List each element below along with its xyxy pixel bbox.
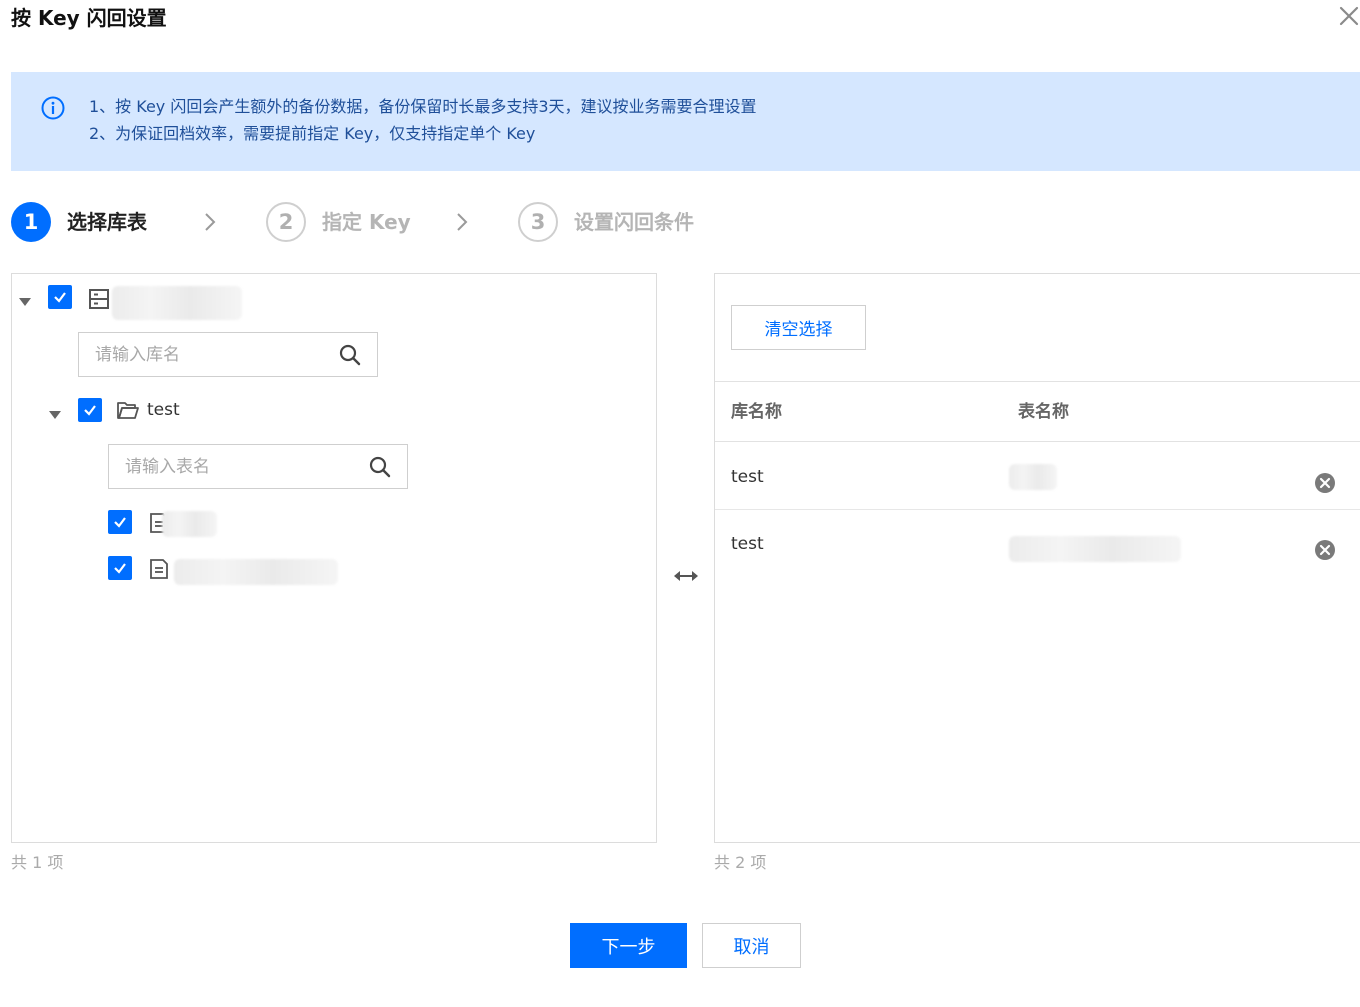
next-step-button[interactable]: 下一步: [570, 923, 687, 968]
close-icon[interactable]: [1338, 5, 1360, 27]
right-count: 共 2 项: [714, 853, 767, 872]
step-3-label: 设置闪回条件: [574, 210, 694, 234]
folder-open-icon: [116, 398, 140, 422]
search-icon[interactable]: [369, 456, 391, 478]
column-header-table: 表名称: [1018, 402, 1069, 422]
dialog-title: 按 Key 闪回设置: [11, 6, 167, 30]
db-search-box[interactable]: [78, 332, 378, 377]
chevron-right-icon: [202, 210, 218, 234]
table-search-input[interactable]: [109, 445, 349, 488]
notice-line-2: 2、为保证回档效率，需要提前指定 Key，仅支持指定单个 Key: [89, 124, 536, 143]
table-name-redacted: [174, 559, 338, 585]
cancel-button[interactable]: 取消: [702, 923, 801, 968]
instance-name-redacted: [112, 286, 242, 320]
table-name-redacted: [162, 511, 217, 537]
column-header-db: 库名称: [731, 402, 782, 422]
caret-down-icon[interactable]: [48, 405, 62, 419]
row-db-name: test: [731, 534, 764, 554]
caret-down-icon[interactable]: [18, 292, 32, 306]
notice-line-1: 1、按 Key 闪回会产生额外的备份数据，备份保留时长最多支持3天，建议按业务需…: [89, 97, 757, 116]
row-divider: [715, 509, 1360, 510]
database-checkbox[interactable]: [78, 398, 102, 422]
row-db-name: test: [731, 467, 764, 487]
table-file-icon: [147, 557, 171, 581]
swap-arrows-icon: [673, 566, 699, 586]
step-1-label: 选择库表: [67, 210, 147, 234]
step-2-circle: 2: [266, 202, 306, 242]
left-count: 共 1 项: [11, 853, 64, 872]
instance-checkbox[interactable]: [48, 285, 72, 309]
remove-row-icon[interactable]: [1314, 472, 1336, 494]
server-icon: [87, 287, 111, 311]
step-1-circle: 1: [11, 202, 51, 242]
step-3-circle: 3: [518, 202, 558, 242]
step-2-label: 指定 Key: [322, 210, 411, 234]
clear-selection-button[interactable]: 清空选择: [731, 305, 866, 350]
db-search-input[interactable]: [79, 333, 319, 376]
row-table-name-redacted: [1009, 536, 1181, 562]
table-search-box[interactable]: [108, 444, 408, 489]
info-notice: [11, 72, 1360, 171]
info-icon: [41, 96, 65, 120]
table-checkbox[interactable]: [108, 510, 132, 534]
database-name: test: [147, 400, 180, 420]
row-table-name-redacted: [1009, 464, 1057, 490]
chevron-right-icon: [454, 210, 470, 234]
remove-row-icon[interactable]: [1314, 539, 1336, 561]
search-icon[interactable]: [339, 344, 361, 366]
table-checkbox[interactable]: [108, 556, 132, 580]
